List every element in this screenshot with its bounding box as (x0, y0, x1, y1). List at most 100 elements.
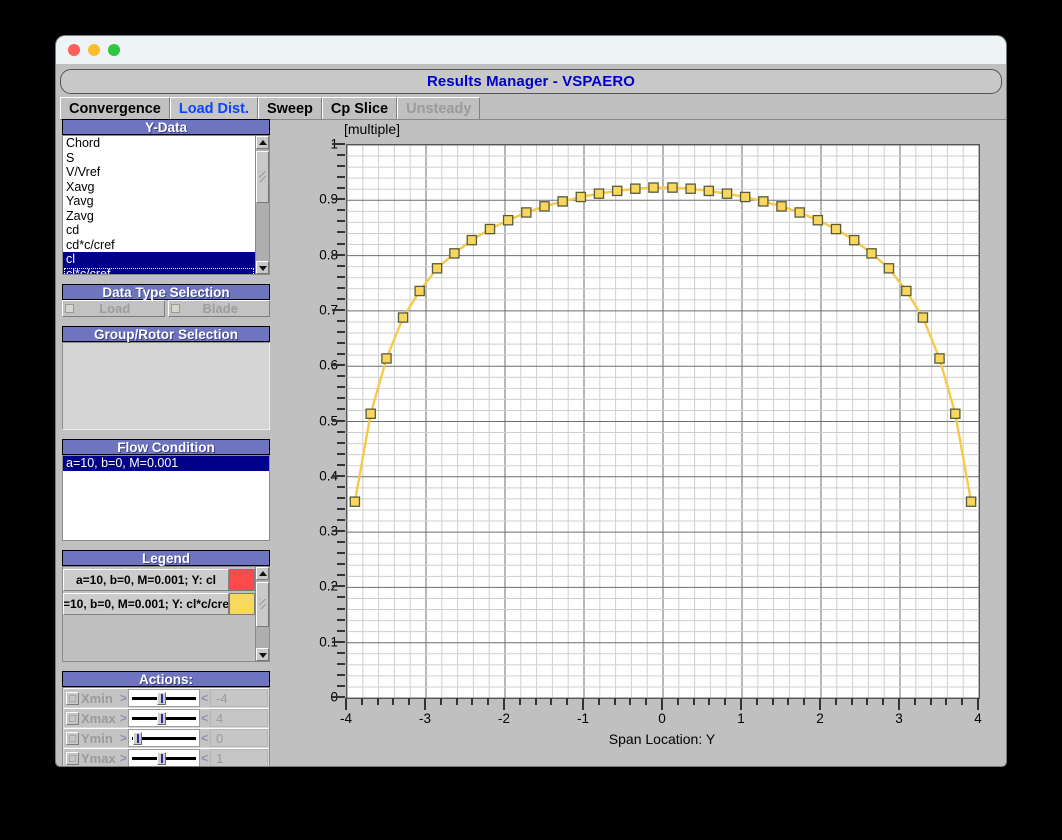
data-type-header: Data Type Selection (62, 284, 270, 300)
y-minor-tick (337, 375, 345, 378)
y-minor-tick (337, 342, 345, 345)
y-minor-tick (337, 607, 345, 610)
x-minor-tick (455, 698, 458, 705)
decrease-arrow-icon[interactable]: > (119, 731, 128, 745)
legend-scroll-down-icon[interactable] (256, 648, 269, 661)
ydata-list[interactable]: Chord S V/Vref Xavg Yavg Zavg cd cd*c/cref cl cl*… (62, 135, 270, 275)
list-item[interactable]: Xavg (63, 180, 255, 195)
y-tick-label: 0.4 (319, 468, 338, 484)
x-minor-tick (708, 698, 711, 705)
x-minor-tick (787, 698, 790, 705)
y-minor-tick (337, 264, 345, 267)
x-tick-label: 1 (737, 711, 745, 726)
y-tick-mark (332, 640, 345, 643)
x-minor-tick (360, 698, 363, 705)
x-minor-tick (929, 698, 932, 705)
x-minor-tick (534, 698, 537, 705)
scrollbar-track[interactable] (256, 149, 269, 261)
y-minor-tick (337, 552, 345, 555)
scrollbar-thumb[interactable] (256, 151, 269, 203)
y-tick-label: 1 (280, 137, 338, 152)
list-item[interactable]: Chord (63, 136, 255, 151)
list-item[interactable]: cl*c/cref (63, 266, 255, 274)
y-minor-tick (337, 441, 345, 444)
x-minor-tick (913, 698, 916, 705)
slider-knob[interactable] (156, 752, 166, 765)
y-tick-label: 0.9 (319, 191, 338, 207)
list-item[interactable]: Yavg (63, 194, 255, 209)
list-item[interactable]: V/Vref (63, 165, 255, 180)
legend-scroll-up-icon[interactable] (256, 567, 269, 580)
slider-row-ymax: Ymax > <1 (63, 748, 269, 766)
flow-condition-listbox[interactable]: a=10, b=0, M=0.001 (62, 455, 270, 541)
x-axis-title: Span Location: Y (608, 731, 716, 747)
slider-track (128, 729, 200, 747)
y-minor-tick (337, 297, 345, 300)
legend-list[interactable]: a=10, b=0, M=0.001; Y: cl =10, b=0, M=0.0… (62, 566, 255, 662)
y-minor-tick (337, 463, 345, 466)
slider-value[interactable]: 0 (210, 729, 268, 747)
list-item[interactable]: a=10, b=0, M=0.001 (63, 456, 269, 471)
slider-value[interactable]: 4 (210, 709, 268, 727)
x-tick-label: -1 (576, 711, 590, 726)
list-item[interactable]: cl (63, 252, 255, 267)
decrease-arrow-icon[interactable]: > (119, 691, 128, 705)
legend-entry-label: =10, b=0, M=0.001; Y: cl*c/cre (63, 593, 229, 615)
tab-load-dist[interactable]: Load Dist. (169, 97, 258, 119)
group-rotor-listbox[interactable] (62, 342, 270, 430)
slider-row-xmin: Xmin > < -4 (63, 688, 269, 708)
actions-header: Actions: (62, 671, 270, 687)
tab-sweep[interactable]: Sweep (257, 97, 322, 119)
legend-scrollbar[interactable] (255, 566, 270, 662)
maximize-window-icon[interactable] (108, 44, 120, 56)
minimize-window-icon[interactable] (88, 44, 100, 56)
close-window-icon[interactable] (68, 44, 80, 56)
x-minor-tick (676, 698, 679, 705)
slider-value[interactable]: -4 (210, 689, 268, 707)
y-minor-tick (337, 496, 345, 499)
y-minor-tick (337, 452, 345, 455)
y-tick-mark (332, 419, 345, 422)
decrease-arrow-icon[interactable]: > (119, 711, 128, 725)
y-minor-tick (337, 331, 345, 334)
x-minor-tick (550, 698, 553, 705)
x-tick-label: -4 (339, 711, 353, 726)
legend-color-swatch[interactable] (229, 569, 255, 591)
slider-knob[interactable] (132, 732, 142, 745)
x-minor-tick (945, 698, 948, 705)
list-item[interactable]: cd (63, 223, 255, 238)
ydata-scrollbar[interactable] (255, 135, 270, 275)
list-item[interactable]: cd*c/cref (63, 238, 255, 253)
legend-scrollbar-track[interactable] (256, 580, 269, 648)
increase-arrow-icon[interactable]: < (200, 691, 209, 705)
y-minor-tick (337, 563, 345, 566)
tab-convergence[interactable]: Convergence (60, 97, 170, 119)
slider-knob[interactable] (156, 712, 166, 725)
x-minor-tick (882, 698, 885, 705)
y-minor-tick (337, 430, 345, 433)
slider-track (128, 689, 200, 707)
increase-arrow-icon[interactable]: < (200, 751, 209, 765)
x-minor-tick (376, 698, 379, 705)
slider-knob[interactable] (156, 692, 166, 705)
legend-color-swatch[interactable] (229, 593, 255, 615)
ydata-listbox[interactable]: Chord S V/Vref Xavg Yavg Zavg cd cd*c/cref cl cl*… (62, 135, 255, 275)
y-tick-label: 0.3 (319, 523, 338, 539)
list-item[interactable]: Zavg (63, 209, 255, 224)
x-tick-label: 0 (658, 711, 666, 726)
scroll-down-icon[interactable] (256, 261, 269, 274)
legend-entry[interactable]: a=10, b=0, M=0.001; Y: cl (63, 569, 255, 591)
y-minor-tick (337, 596, 345, 599)
legend-scrollbar-thumb[interactable] (256, 582, 269, 627)
increase-arrow-icon[interactable]: < (200, 711, 209, 725)
scroll-up-icon[interactable] (256, 136, 269, 149)
slider-label: Ymin (81, 730, 113, 746)
axis-ticks: 0 0.1 0.2 0.3 0.4 0.5 0.6 0.7 0.8 0.9 1 -4 -3 -2 -1 0 1 2… (278, 119, 1002, 764)
x-tick-label: 3 (895, 711, 903, 726)
list-item[interactable]: S (63, 151, 255, 166)
increase-arrow-icon[interactable]: < (200, 731, 209, 745)
slider-value[interactable]: 1 (210, 749, 268, 766)
decrease-arrow-icon[interactable]: > (119, 751, 128, 765)
tab-cp-slice[interactable]: Cp Slice (321, 97, 398, 119)
legend-entry[interactable]: =10, b=0, M=0.001; Y: cl*c/cre (63, 593, 255, 615)
